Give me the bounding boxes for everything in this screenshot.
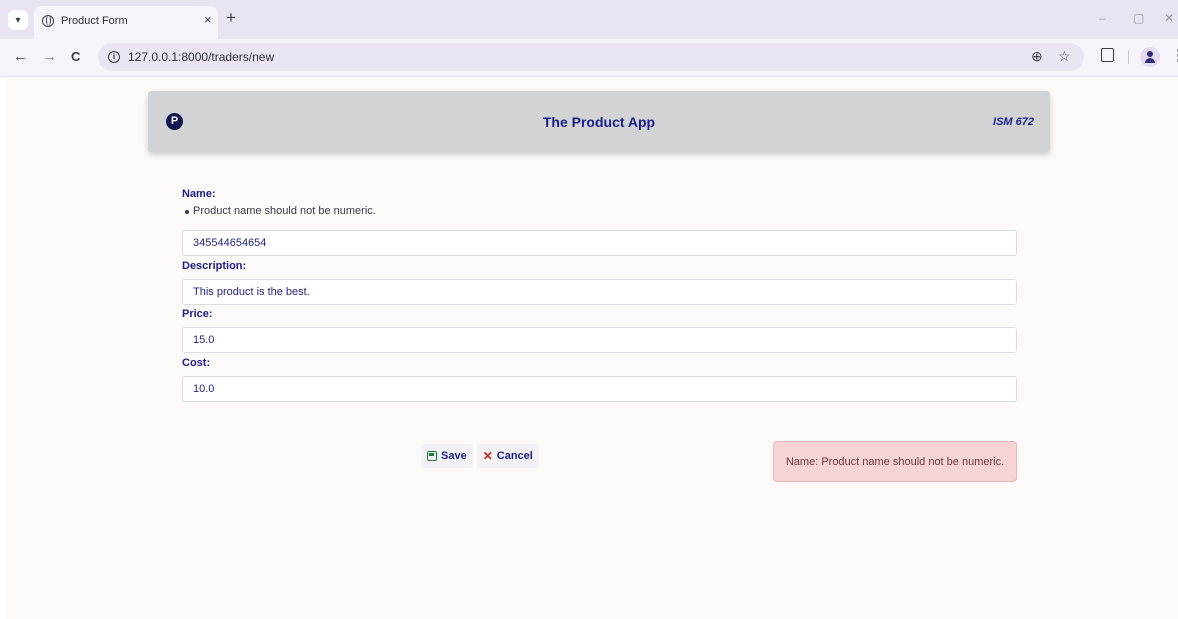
tab-search-button[interactable]: ▾: [8, 10, 28, 30]
course-code: ISM 672: [993, 116, 1034, 128]
tab-title: Product Form: [61, 15, 128, 27]
price-label: Price:: [182, 308, 213, 320]
minimize-icon[interactable]: –: [1099, 11, 1106, 25]
more-menu-icon[interactable]: ⋮: [1171, 48, 1178, 64]
price-input[interactable]: [182, 327, 1017, 353]
app-header: P The Product App ISM 672: [148, 91, 1050, 152]
bookmark-star-icon[interactable]: ☆: [1058, 48, 1071, 64]
save-button[interactable]: Save: [421, 444, 473, 468]
form-actions: Save ✕ Cancel: [421, 444, 539, 468]
forward-icon[interactable]: →: [42, 49, 57, 65]
tab-close-icon[interactable]: ×: [204, 13, 212, 27]
description-label: Description:: [182, 260, 247, 272]
browser-tab-active[interactable]: Product Form ×: [34, 6, 218, 39]
browser-toolbar: ← → C i 127.0.0.1:8000/traders/new ⊕ ☆ ⋮: [0, 39, 1178, 77]
cancel-icon: ✕: [482, 449, 493, 463]
app-title: The Product App: [542, 114, 656, 130]
name-error-message: Product name should not be numeric.: [185, 205, 376, 217]
description-input[interactable]: [182, 279, 1017, 305]
browser-tab-bar: ▾ Product Form × + – ▢ ✕: [0, 0, 1178, 39]
cancel-button[interactable]: ✕ Cancel: [476, 444, 539, 468]
url-text[interactable]: 127.0.0.1:8000/traders/new: [128, 50, 274, 64]
error-alert: Name: Product name should not be numeric…: [773, 441, 1017, 482]
back-icon[interactable]: ←: [13, 49, 28, 65]
window-close-icon[interactable]: ✕: [1164, 11, 1174, 25]
extensions-icon[interactable]: [1101, 48, 1114, 62]
address-bar[interactable]: i 127.0.0.1:8000/traders/new ⊕ ☆: [98, 43, 1084, 71]
profile-avatar-icon[interactable]: [1140, 47, 1160, 67]
site-info-icon[interactable]: i: [108, 51, 120, 63]
zoom-icon[interactable]: ⊕: [1031, 48, 1043, 64]
name-input[interactable]: [182, 230, 1017, 256]
cost-label: Cost:: [182, 357, 211, 369]
page-content: P The Product App ISM 672 Name: Product …: [7, 78, 1178, 619]
save-button-label: Save: [441, 450, 467, 462]
cancel-button-label: Cancel: [496, 450, 533, 462]
save-icon: [427, 451, 437, 461]
new-tab-icon[interactable]: +: [226, 9, 236, 27]
name-label: Name:: [182, 188, 216, 200]
chevron-down-icon: ▾: [15, 14, 21, 26]
maximize-icon[interactable]: ▢: [1133, 11, 1144, 25]
globe-icon: [42, 15, 54, 27]
cost-input[interactable]: [182, 376, 1017, 402]
reload-icon[interactable]: C: [71, 49, 80, 65]
toolbar-divider: [1128, 50, 1129, 64]
